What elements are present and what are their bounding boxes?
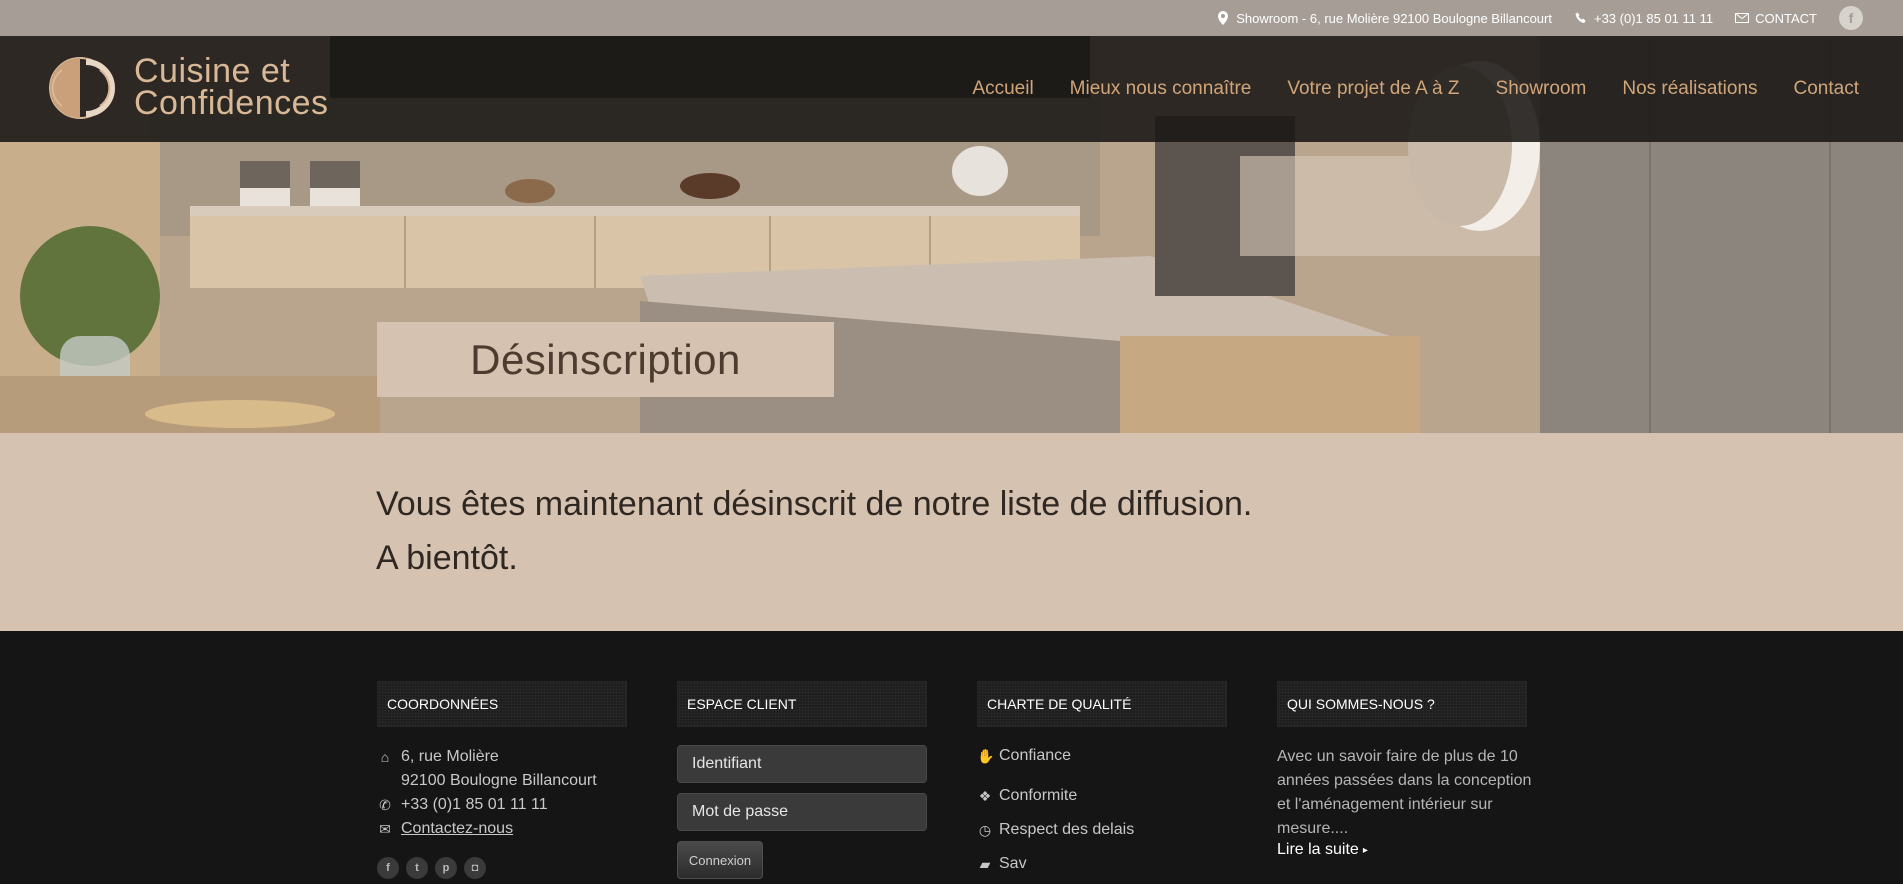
charte-item: ◷ Respect des delais — [977, 813, 1227, 847]
caret-right-icon: ▸ — [1362, 844, 1368, 856]
twitter-icon[interactable]: t — [406, 857, 428, 879]
read-more-link[interactable]: Lire la suite ▸ — [1277, 841, 1368, 859]
clock-icon: ◷ — [978, 821, 992, 838]
topbar-contact-link[interactable]: CONTACT — [1735, 11, 1817, 26]
coordonnees-heading: COORDONNÉES — [377, 681, 627, 727]
address-row: ⌂ 6, rue Molière — [377, 745, 627, 769]
page-title-box: Désinscription — [377, 322, 834, 397]
password-input[interactable] — [692, 803, 926, 821]
facebook-icon[interactable]: f — [377, 857, 399, 879]
truck-icon: ▰ — [979, 855, 991, 872]
topbar-phone-text: +33 (0)1 85 01 11 11 — [1593, 10, 1714, 26]
nav-item-realisations[interactable]: Nos réalisations — [1622, 78, 1757, 100]
logo-emblem-icon — [49, 57, 115, 119]
main-navbar: Cuisine et Confidences Accueil Mieux nou… — [0, 36, 1903, 142]
paw-icon: ❖ — [978, 787, 992, 804]
facebook-glyph: f — [1848, 10, 1854, 26]
main-nav: Accueil Mieux nous connaître Votre proje… — [972, 36, 1859, 142]
nav-item-showroom[interactable]: Showroom — [1496, 78, 1587, 100]
password-field-wrapper — [677, 793, 927, 831]
social-links: f t p ◘ — [377, 857, 627, 879]
phone-icon — [1574, 11, 1588, 25]
contact-row: ✉ Contactez-nous — [377, 817, 627, 841]
topbar-phone[interactable]: +33 (0)1 85 01 11 11 — [1574, 11, 1713, 26]
charte-item-confiance: Confiance — [999, 747, 1072, 764]
facebook-icon[interactable]: f — [1839, 6, 1863, 30]
address-line-2: 92100 Boulogne Billancourt — [401, 772, 597, 789]
charte-item-delais: Respect des delais — [999, 821, 1135, 838]
charte-heading: CHARTE DE QUALITÉ — [977, 681, 1227, 727]
logo-line-1: Cuisine et — [134, 52, 291, 90]
charte-item: ▰ Sav — [977, 847, 1227, 881]
identifiant-input[interactable] — [692, 755, 926, 773]
instagram-icon[interactable]: ◘ — [464, 857, 486, 879]
login-button[interactable]: Connexion — [677, 841, 763, 879]
charte-item-sav: Sav — [999, 855, 1027, 872]
charte-item: ✋ Confiance — [977, 745, 1227, 767]
footer-coordonnees: COORDONNÉES ⌂ 6, rue Molière 92100 Boulo… — [377, 681, 627, 879]
logo-text: Cuisine et Confidences — [134, 52, 329, 122]
map-pin-icon — [1216, 11, 1230, 25]
read-more-label: Lire la suite — [1277, 841, 1359, 858]
nav-item-accueil[interactable]: Accueil — [972, 78, 1033, 100]
envelope-icon: ✉ — [379, 820, 391, 837]
showroom-address[interactable]: Showroom - 6, rue Molière 92100 Boulogne… — [1216, 11, 1552, 26]
showroom-address-text: Showroom - 6, rue Molière 92100 Boulogne… — [1236, 10, 1552, 26]
thumbs-up-icon: ✋ — [977, 747, 995, 764]
phone-icon: ✆ — [379, 796, 391, 813]
unsubscribe-message: Vous êtes maintenant désinscrit de notre… — [0, 433, 1903, 631]
page-title: Désinscription — [470, 335, 741, 383]
about-text: Avec un savoir faire de plus de 10 année… — [1277, 748, 1532, 837]
hero-banner: Cuisine et Confidences Accueil Mieux nou… — [0, 36, 1903, 433]
identifiant-field-wrapper — [677, 745, 927, 783]
address-line-1: 6, rue Molière — [401, 748, 499, 765]
footer-espace-client: ESPACE CLIENT Connexion — [677, 681, 927, 879]
address-row-2: 92100 Boulogne Billancourt — [377, 769, 627, 793]
nav-item-mieux-nous-connaitre[interactable]: Mieux nous connaître — [1070, 78, 1252, 100]
footer-about: QUI SOMMES-NOUS ? Avec un savoir faire d… — [1277, 681, 1531, 859]
site-logo[interactable]: Cuisine et Confidences — [40, 48, 329, 126]
footer-phone: +33 (0)1 85 01 11 11 — [401, 796, 548, 813]
footer-charte-qualite: CHARTE DE QUALITÉ ✋ Confiance ❖ Conformi… — [977, 681, 1227, 881]
message-line-2: A bientôt. — [376, 539, 518, 577]
charte-item: ❖ Conformite — [977, 779, 1227, 813]
envelope-icon — [1735, 11, 1750, 25]
message-line-1: Vous êtes maintenant désinscrit de notre… — [376, 485, 1253, 523]
espace-client-heading: ESPACE CLIENT — [677, 681, 927, 727]
logo-line-2: Confidences — [134, 84, 329, 122]
home-icon: ⌂ — [380, 749, 390, 765]
top-info-bar: Showroom - 6, rue Molière 92100 Boulogne… — [0, 0, 1903, 36]
contact-link[interactable]: Contactez-nous — [401, 820, 513, 838]
nav-item-contact[interactable]: Contact — [1794, 78, 1859, 100]
about-heading: QUI SOMMES-NOUS ? — [1277, 681, 1527, 727]
charte-item-conformite: Conformite — [999, 787, 1078, 804]
pinterest-icon[interactable]: p — [435, 857, 457, 879]
nav-item-projet-a-z[interactable]: Votre projet de A à Z — [1287, 78, 1459, 100]
topbar-contact-text: CONTACT — [1755, 10, 1817, 26]
site-footer: COORDONNÉES ⌂ 6, rue Molière 92100 Boulo… — [0, 631, 1903, 884]
footer-phone-row: ✆ +33 (0)1 85 01 11 11 — [377, 793, 627, 817]
